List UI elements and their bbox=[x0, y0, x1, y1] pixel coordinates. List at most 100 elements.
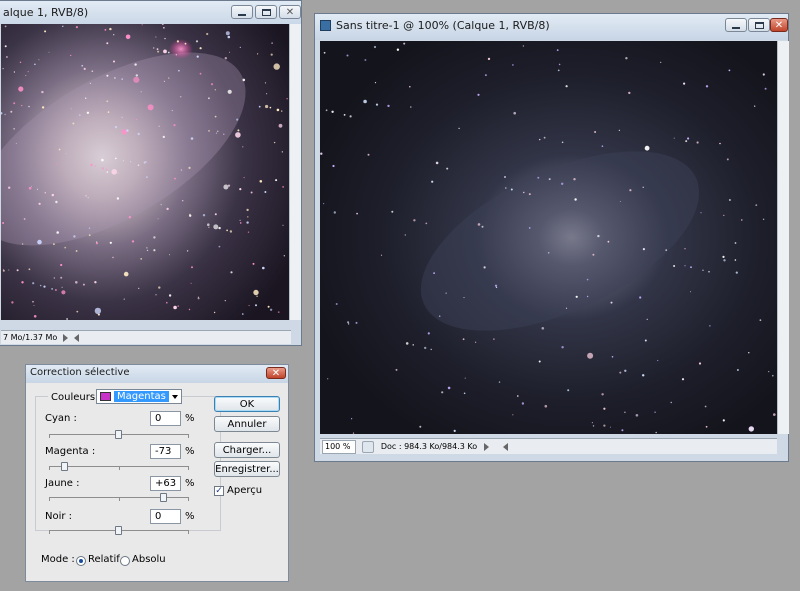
star bbox=[264, 82, 267, 84]
minimize-button[interactable] bbox=[725, 18, 747, 32]
star bbox=[176, 40, 179, 43]
star bbox=[257, 53, 259, 55]
star bbox=[167, 51, 170, 54]
left-vertical-scrollbar[interactable] bbox=[289, 24, 301, 320]
star bbox=[601, 393, 604, 396]
close-button[interactable]: ✕ bbox=[279, 5, 301, 19]
right-image-canvas[interactable] bbox=[320, 41, 777, 434]
star bbox=[75, 281, 78, 284]
star bbox=[483, 266, 486, 269]
star bbox=[21, 243, 24, 245]
star bbox=[625, 57, 628, 60]
noir-slider-thumb[interactable] bbox=[115, 526, 122, 535]
star bbox=[88, 234, 91, 237]
checkmark-icon: ✓ bbox=[215, 486, 223, 496]
right-window-titlebar[interactable]: Sans titre-1 @ 100% (Calque 1, RVB/8) ✕ bbox=[315, 14, 788, 40]
star bbox=[264, 191, 267, 193]
star bbox=[587, 352, 594, 359]
star bbox=[41, 90, 44, 94]
couleurs-select[interactable]: Magentas bbox=[96, 389, 182, 404]
minimize-button[interactable] bbox=[231, 5, 253, 19]
save-button[interactable]: Enregistrer... bbox=[214, 461, 280, 477]
star bbox=[252, 262, 255, 265]
scroll-left-arrow-icon[interactable] bbox=[74, 333, 79, 342]
maximize-icon bbox=[261, 8, 271, 16]
star bbox=[687, 137, 690, 140]
zoom-level-field[interactable]: 100 % bbox=[322, 439, 356, 454]
zoom-level-value: 100 % bbox=[325, 442, 351, 451]
star bbox=[90, 163, 93, 167]
star bbox=[202, 214, 206, 217]
right-vertical-scrollbar[interactable] bbox=[777, 41, 789, 434]
star bbox=[523, 191, 525, 194]
star bbox=[206, 32, 209, 36]
left-image-canvas[interactable] bbox=[1, 24, 289, 320]
star bbox=[639, 296, 642, 299]
jaune-slider-thumb[interactable] bbox=[160, 493, 167, 502]
star bbox=[759, 319, 762, 322]
star bbox=[146, 247, 148, 249]
star bbox=[112, 256, 114, 259]
star bbox=[186, 250, 189, 252]
galaxy-m33-color-image bbox=[1, 24, 289, 320]
star bbox=[565, 85, 568, 88]
status-info-icon[interactable] bbox=[362, 440, 374, 453]
star bbox=[283, 255, 285, 257]
star bbox=[734, 259, 737, 261]
star bbox=[754, 105, 756, 107]
star bbox=[446, 167, 449, 170]
load-button[interactable]: Charger... bbox=[214, 442, 280, 458]
star bbox=[513, 111, 516, 115]
absolu-radio[interactable] bbox=[120, 556, 130, 566]
star bbox=[48, 51, 50, 53]
close-button[interactable]: ✕ bbox=[770, 18, 788, 32]
star bbox=[75, 250, 78, 252]
star bbox=[178, 69, 180, 72]
star bbox=[239, 46, 241, 48]
star bbox=[736, 369, 739, 371]
star bbox=[75, 26, 78, 29]
right-document-window[interactable]: Sans titre-1 @ 100% (Calque 1, RVB/8) ✕ … bbox=[314, 13, 789, 462]
star bbox=[101, 167, 104, 170]
star bbox=[15, 142, 17, 144]
star bbox=[610, 301, 613, 304]
dialog-titlebar[interactable]: Correction sélective ✕ bbox=[26, 365, 288, 383]
apercu-checkbox[interactable]: ✓ bbox=[214, 486, 224, 496]
cyan-input[interactable]: 0 bbox=[150, 411, 181, 426]
star bbox=[121, 116, 123, 118]
star bbox=[2, 68, 4, 70]
noir-input[interactable]: 0 bbox=[150, 509, 181, 524]
jaune-slider-track[interactable] bbox=[49, 497, 189, 501]
star bbox=[256, 295, 258, 298]
left-document-window[interactable]: alque 1, RVB/8) ✕ 7 Mo/1.37 Mo bbox=[0, 0, 302, 346]
relatif-radio[interactable] bbox=[76, 556, 86, 566]
jaune-input[interactable]: +63 bbox=[150, 476, 181, 491]
star bbox=[410, 106, 412, 108]
star bbox=[106, 100, 109, 103]
maximize-button[interactable] bbox=[255, 5, 277, 19]
scroll-left-arrow-icon[interactable] bbox=[503, 442, 508, 451]
star bbox=[396, 48, 400, 51]
star bbox=[335, 303, 338, 305]
maximize-icon bbox=[754, 21, 764, 29]
star bbox=[621, 429, 624, 432]
magenta-slider-thumb[interactable] bbox=[61, 462, 68, 471]
magenta-slider-track[interactable] bbox=[49, 466, 189, 470]
status-menu-arrow-icon[interactable] bbox=[63, 333, 68, 342]
star bbox=[140, 91, 142, 93]
maximize-button[interactable] bbox=[748, 18, 770, 32]
status-menu-arrow-icon[interactable] bbox=[484, 442, 489, 451]
magenta-input[interactable]: -73 bbox=[150, 444, 181, 459]
dialog-title: Correction sélective bbox=[30, 367, 130, 378]
ok-button[interactable]: OK bbox=[214, 396, 280, 412]
star bbox=[28, 105, 30, 108]
star bbox=[157, 218, 159, 220]
star bbox=[748, 352, 750, 354]
star bbox=[547, 252, 550, 254]
star bbox=[375, 103, 379, 106]
cancel-button[interactable]: Annuler bbox=[214, 416, 280, 432]
star bbox=[726, 158, 729, 161]
star bbox=[156, 48, 159, 50]
dialog-close-button[interactable]: ✕ bbox=[266, 367, 286, 379]
cyan-slider-thumb[interactable] bbox=[115, 430, 122, 439]
